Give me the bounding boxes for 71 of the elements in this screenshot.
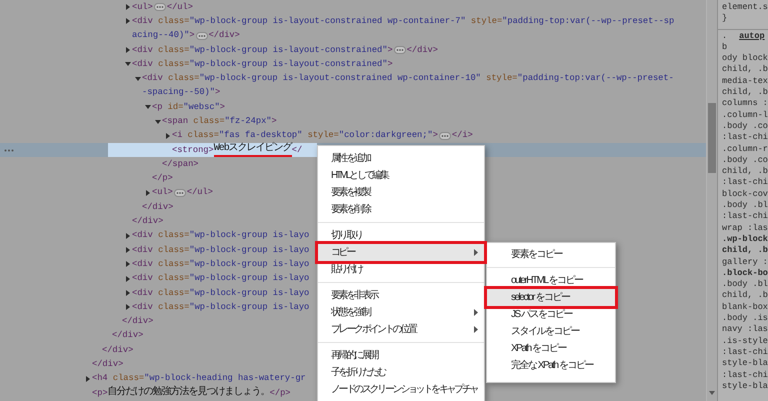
closing-tag: </div>: [142, 200, 174, 214]
code-line: <h4 class="wp-block-heading has-watery-gr: [92, 372, 306, 386]
closing-tag: </div>: [122, 315, 154, 328]
style-rule-text: :last-chi: [722, 211, 768, 223]
style-rule-text: .body .is: [722, 313, 768, 324]
style-rule-text: ody block: [722, 53, 768, 64]
style-rule-text: child, .b: [722, 245, 768, 257]
style-rule-text: .wp-block: [722, 234, 768, 246]
closing-tag: </div>: [208, 29, 240, 42]
closing-tag: </div>: [92, 358, 124, 372]
style-rule-text: .body .co: [722, 154, 768, 166]
element-text: 自分だけの勉強方法を見つけましょう。: [108, 387, 270, 400]
code-line: <ul>: [152, 186, 173, 200]
code-line: <div class="wp-block-group is-layo: [132, 300, 310, 314]
closing-tag: </div>: [132, 215, 164, 228]
style-rule-text: navy :las: [722, 324, 768, 336]
style-rule-text: b: [722, 42, 728, 54]
style-rule-text: .column-r: [722, 144, 768, 155]
code-line: <div class="wp-block-group is-layo: [132, 286, 310, 300]
style-rule-text: child, .b: [722, 166, 768, 178]
style-rule-text: style-bla: [722, 380, 768, 392]
closing-tag: </p>: [152, 172, 173, 186]
style-rule-text: child, .b: [722, 87, 768, 98]
style-rule-text: .block-bo: [722, 268, 768, 280]
style-rule-text: :last-chi: [722, 177, 768, 189]
style-rule-text: block-cov: [722, 188, 768, 200]
style-rule-text: media-tex: [722, 76, 768, 88]
closing-tag: </ul>: [166, 0, 193, 14]
code-line: <div class="wp-block-group is-layo: [132, 272, 310, 286]
code-line: <p id="websc">: [152, 100, 226, 114]
style-rule-text: :last-chi: [722, 370, 768, 381]
closing-tag: </: [292, 144, 302, 157]
code-line: <div class="wp-block-group is-layo: [132, 244, 310, 257]
closing-tag: </div>: [406, 44, 438, 57]
style-rule-text: :last-chi: [722, 132, 768, 144]
code-line: <i class="fas fa-desktop" style="color:darkgreen;">: [172, 129, 438, 142]
code-line: <span class="fz-24px">: [162, 115, 277, 128]
style-rule-text: }: [722, 13, 728, 25]
style-rule-text: gallery :: [722, 256, 768, 268]
style-rule-text: child, .b: [722, 64, 768, 76]
style-rule-text: .is-style: [722, 336, 768, 347]
code-line: <div class="wp-block-group is-layo: [132, 258, 310, 271]
code-line: -spacing--50)">: [142, 86, 220, 100]
closing-tag: </ul>: [186, 186, 213, 200]
closing-tag: </i>: [452, 129, 473, 142]
closing-tag: </span>: [162, 158, 198, 171]
style-rule-text: :last-chi: [722, 346, 768, 358]
code-line: <div class="wp-block-group is-layout-constrained">: [132, 58, 393, 71]
style-rule-text: wrap :las: [722, 222, 768, 234]
code-line: <div class="wp-block-group is-layout-constrained wp-container-10" style="padding-top:var(--wp--preset-: [142, 72, 674, 86]
code-line: <ul>: [132, 0, 153, 14]
style-rule-text: columns :: [722, 98, 768, 110]
element-text: Webスクレイピング: [214, 143, 292, 158]
code-line: <div class="wp-block-group is-layo: [132, 229, 310, 242]
style-rule-text: .column-l: [722, 110, 768, 121]
style-rule-text: .body .co: [722, 120, 768, 132]
style-rule-text: .: [722, 30, 728, 42]
code-line: <strong>: [172, 144, 214, 157]
style-rule-text: blank-box: [722, 302, 768, 314]
style-rule-text: .body .bl: [722, 279, 768, 290]
style-rule-text: element.s: [722, 2, 768, 14]
code-line: <p>: [92, 386, 108, 400]
style-rule-text: .body .bl: [722, 200, 768, 212]
closing-tag: </div>: [102, 344, 134, 357]
style-rule-text: child, .b: [722, 290, 768, 302]
code-line: <div class="wp-block-group is-layout-constrained wp-container-7" style="padding-top:var(--wp--preset--sp: [132, 14, 674, 28]
closing-tag: </div>: [112, 329, 144, 342]
code-line: <div class="wp-block-group is-layout-constrained">: [132, 44, 393, 57]
closing-tag: </p>: [270, 386, 291, 400]
code-line: acing--40)">: [132, 29, 195, 42]
style-rule-text: style-bla: [722, 358, 768, 370]
